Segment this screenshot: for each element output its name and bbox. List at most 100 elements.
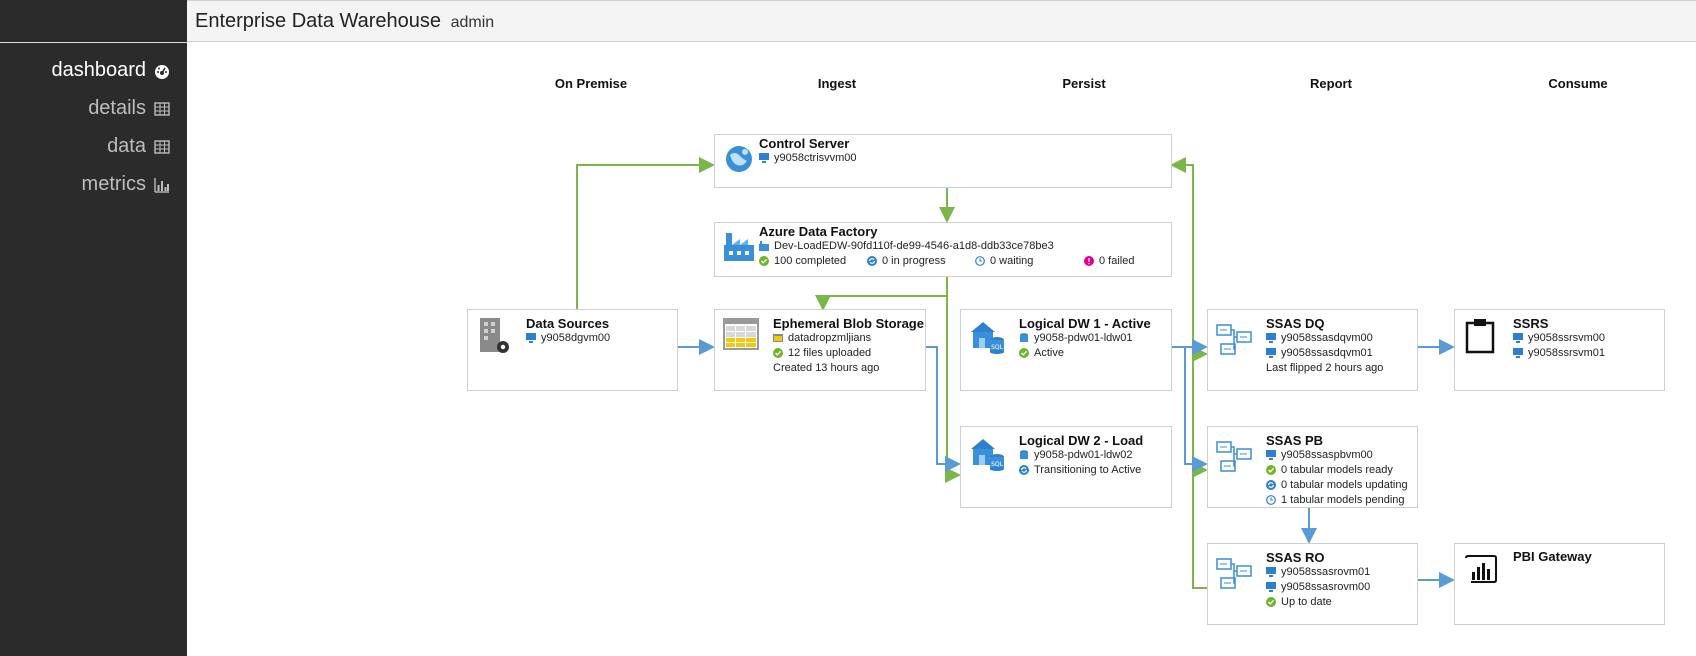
status-text: Transitioning to Active [1034,464,1142,476]
pipeline-name: Dev-LoadEDW-90fd110f-de99-4546-a1d8-ddb3… [774,240,1054,252]
node-line: datadropzmljians [773,332,871,344]
node-title: SSAS RO [1266,550,1325,565]
node-line: y9058ctrisvvm00 [759,152,857,164]
node-line: y9058ssasdqvm01 [1266,347,1373,359]
updating-count: 0 tabular models updating [1281,479,1408,491]
sidebar-item-details[interactable]: details [88,97,170,120]
factory-icon [724,233,754,261]
check-icon [1266,597,1276,607]
container-name: datadropzmljians [788,332,872,344]
node-line: y9058dgvm00 [526,332,610,344]
cube-model-icon [1216,558,1252,589]
user-name: admin [450,14,495,31]
node-line: Dev-LoadEDW-90fd110f-de99-4546-a1d8-ddb3… [759,240,1054,252]
node-pbi-gateway[interactable]: PBI Gateway [1454,543,1665,625]
node-title: Azure Data Factory [759,224,878,239]
completed-count: 100 completed [774,255,847,267]
sidebar-item-label: data [107,135,146,157]
vm-name: y9058ssasdqvm01 [1281,347,1373,359]
node-line: Transitioning to Active [1019,464,1141,476]
vm-name: y9058ssasdqvm00 [1281,332,1373,344]
created-time: Created 13 hours ago [773,362,880,374]
node-line: y9058-pdw01-ldw01 [1019,332,1132,344]
node-title: Logical DW 1 - Active [1019,316,1151,331]
database-icon [1020,333,1028,342]
node-ssas-dq[interactable]: SSAS DQ y9058ssasdqvm00 y9058ssasdqvm01 … [1207,309,1418,391]
node-line: y9058ssaspbvm00 [1266,449,1373,461]
failed-count: 0 failed [1099,255,1135,267]
clock-icon [1266,495,1276,505]
check-icon [1266,465,1276,475]
dashboard-icon [155,64,169,79]
node-ssas-ro[interactable]: SSAS RO y9058ssasrovm01 y9058ssasrovm00 … [1207,543,1418,625]
node-line: y9058ssasrovm01 [1266,566,1370,578]
sidebar-item-label: details [88,97,146,119]
vm-icon [1513,348,1523,358]
sidebar-item-label: metrics [81,173,146,195]
container-icon [773,334,783,342]
pipeline-icon [759,241,769,251]
divider [0,42,187,43]
node-data-sources[interactable]: Data Sources y9058dgvm00 [467,309,678,391]
check-icon [1019,348,1029,358]
node-title: SSRS [1513,316,1549,331]
check-icon [773,348,783,358]
error-icon [1084,256,1094,266]
waiting-count: 0 waiting [990,255,1034,267]
db-name: y9058-pdw01-ldw01 [1034,332,1133,344]
sidebar-item-data[interactable]: data [107,135,170,158]
sidebar-item-metrics[interactable]: metrics [82,173,170,196]
clock-icon [975,256,985,266]
node-line: Active [1019,347,1064,359]
table-icon [154,139,170,154]
node-line: Up to date [1266,596,1332,608]
node-title: Logical DW 2 - Load [1019,433,1144,448]
node-logical-dw-1[interactable]: SQL Logical DW 1 - Active y9058-pdw01-ld… [960,309,1172,391]
node-title: Data Sources [526,316,610,331]
cube-model-icon [1216,441,1252,472]
node-control-server[interactable]: Control Server y9058ctrisvvm00 [714,134,1172,188]
vm-icon [1266,450,1276,460]
vm-icon [1266,582,1276,592]
node-azure-data-factory[interactable]: Azure Data Factory Dev-LoadEDW-90fd110f-… [714,222,1172,277]
vm-name: y9058ssrsvm00 [1528,332,1606,344]
powerbi-icon [1465,555,1497,583]
node-title: PBI Gateway [1513,549,1592,564]
node-ssas-pb[interactable]: SSAS PB y9058ssaspbvm00 0 tabular models… [1207,426,1418,508]
database-icon [1020,450,1028,459]
check-icon [759,256,769,266]
upload-status: 12 files uploaded [788,347,872,359]
vm-icon [759,153,769,163]
node-line: 1 tabular models pending [1266,494,1405,506]
vm-icon [526,333,536,343]
node-ssrs[interactable]: SSRS y9058ssrsvm00 y9058ssrsvm01 [1454,309,1665,391]
refresh-icon [1266,480,1276,490]
storage-table-icon [723,318,759,350]
node-title: Control Server [759,136,850,151]
node-line: y9058-pdw01-ldw02 [1019,449,1132,461]
page-title: Enterprise Data Warehouse [195,10,442,32]
vm-name: y9058ctrisvvm00 [774,152,857,164]
status-text: Up to date [1281,596,1332,608]
svg-text:SQL: SQL [991,461,1004,468]
ready-count: 0 tabular models ready [1281,464,1393,476]
cube-model-icon [1216,324,1252,355]
sql-warehouse-icon: SQL [971,322,1004,354]
status-waiting: 0 waiting [975,255,1033,267]
sidebar-item-dashboard[interactable]: dashboard [51,59,170,82]
column-header-report: Report [1310,76,1352,91]
node-logical-dw-2[interactable]: SQL Logical DW 2 - Load y9058-pdw01-ldw0… [960,426,1172,508]
sql-warehouse-icon: SQL [971,439,1004,471]
refresh-icon [867,256,877,266]
status-in-progress: 0 in progress [867,255,946,267]
node-blob-storage[interactable]: Ephemeral Blob Storage datadropzmljians … [714,309,926,391]
node-line: y9058ssrsvm01 [1513,347,1605,359]
connector-datasources-control [576,157,715,310]
svg-text:SQL: SQL [991,344,1004,351]
refresh-icon [1019,465,1029,475]
vm-icon [1266,348,1276,358]
bar-chart-icon [154,177,169,193]
clipboard-icon [1465,319,1495,354]
vm-icon [1266,567,1276,577]
column-header-on-premise: On Premise [554,76,628,91]
